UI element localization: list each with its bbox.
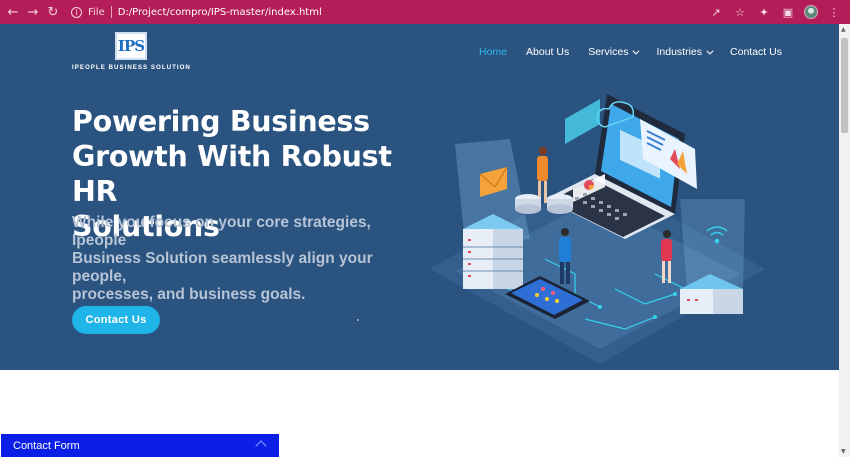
kebab-menu-icon[interactable]: ⋮ <box>826 4 842 20</box>
contact-form-toggle[interactable]: Contact Form <box>1 434 279 457</box>
nav-industries[interactable]: Industries <box>656 46 714 58</box>
browser-toolbar: ← → ↻ i File D:/Project/compro/IPS-maste… <box>0 0 850 24</box>
share-icon[interactable]: ↗ <box>708 4 724 20</box>
contact-us-button[interactable]: Contact Us <box>72 306 160 334</box>
floating-panel <box>565 99 600 144</box>
url-text[interactable]: D:/Project/compro/IPS-master/index.html <box>118 7 322 18</box>
extensions-icon[interactable]: ✦ <box>756 4 772 20</box>
hero-illustration <box>430 94 765 364</box>
headline-line: Growth With Robust HR <box>72 140 392 208</box>
chevron-down-icon <box>632 47 640 55</box>
page-scrollbar[interactable]: ▲ ▼ <box>839 24 850 457</box>
nav-about-us[interactable]: About Us <box>526 46 569 58</box>
nav-contact-us[interactable]: Contact Us <box>730 46 782 58</box>
page: IPS IPEOPLE BUSINESS SOLUTION Home About… <box>0 24 839 457</box>
logo-mark: IPS <box>115 32 147 60</box>
headline-line: Powering Business <box>72 105 370 138</box>
scrollbar-thumb[interactable] <box>841 38 848 133</box>
subline-line: While you focus on your core strategies,… <box>72 214 371 249</box>
bookmark-star-icon[interactable]: ☆ <box>732 4 748 20</box>
site-logo[interactable]: IPS IPEOPLE BUSINESS SOLUTION <box>72 32 190 71</box>
logo-text: IPEOPLE BUSINESS SOLUTION <box>72 64 191 71</box>
info-icon[interactable]: i <box>71 6 82 18</box>
contact-form-label: Contact Form <box>13 439 80 452</box>
subline-line: Business Solution seamlessly align your … <box>72 250 373 285</box>
browser-actions: ↗ ☆ ✦ ▣ ⋮ <box>708 4 850 20</box>
forward-icon[interactable]: → <box>23 0 43 24</box>
nav-home[interactable]: Home <box>479 46 507 58</box>
scroll-up-icon[interactable]: ▲ <box>841 26 846 33</box>
nav-services-label: Services <box>588 46 629 58</box>
reload-icon[interactable]: ↻ <box>43 0 63 24</box>
hero-subheadline: While you focus on your core strategies,… <box>72 214 417 304</box>
person-orange <box>537 147 548 203</box>
hero-section: IPS IPEOPLE BUSINESS SOLUTION Home About… <box>0 24 839 370</box>
address-bar[interactable]: i File D:/Project/compro/IPS-master/inde… <box>71 0 322 24</box>
nav-home-label: Home <box>479 46 508 58</box>
decorative-dot <box>357 319 359 321</box>
chevron-down-icon <box>706 47 714 55</box>
server-stack-left <box>463 214 523 289</box>
nav-industries-label: Industries <box>656 46 703 58</box>
nav-services[interactable]: Services <box>588 46 640 58</box>
profile-avatar[interactable] <box>804 5 818 19</box>
back-icon[interactable]: ← <box>3 0 23 24</box>
side-panel-icon[interactable]: ▣ <box>780 4 796 20</box>
subline-line: processes, and business goals. <box>72 286 306 303</box>
nav-contact-us-label: Contact Us <box>730 46 782 58</box>
address-separator <box>110 6 112 18</box>
chevron-up-icon[interactable] <box>255 440 267 452</box>
file-label: File <box>88 6 105 18</box>
main-nav: Home About Us Services Industries Contac… <box>479 46 801 58</box>
scroll-down-icon[interactable]: ▼ <box>841 448 846 455</box>
nav-about-us-label: About Us <box>526 46 570 58</box>
